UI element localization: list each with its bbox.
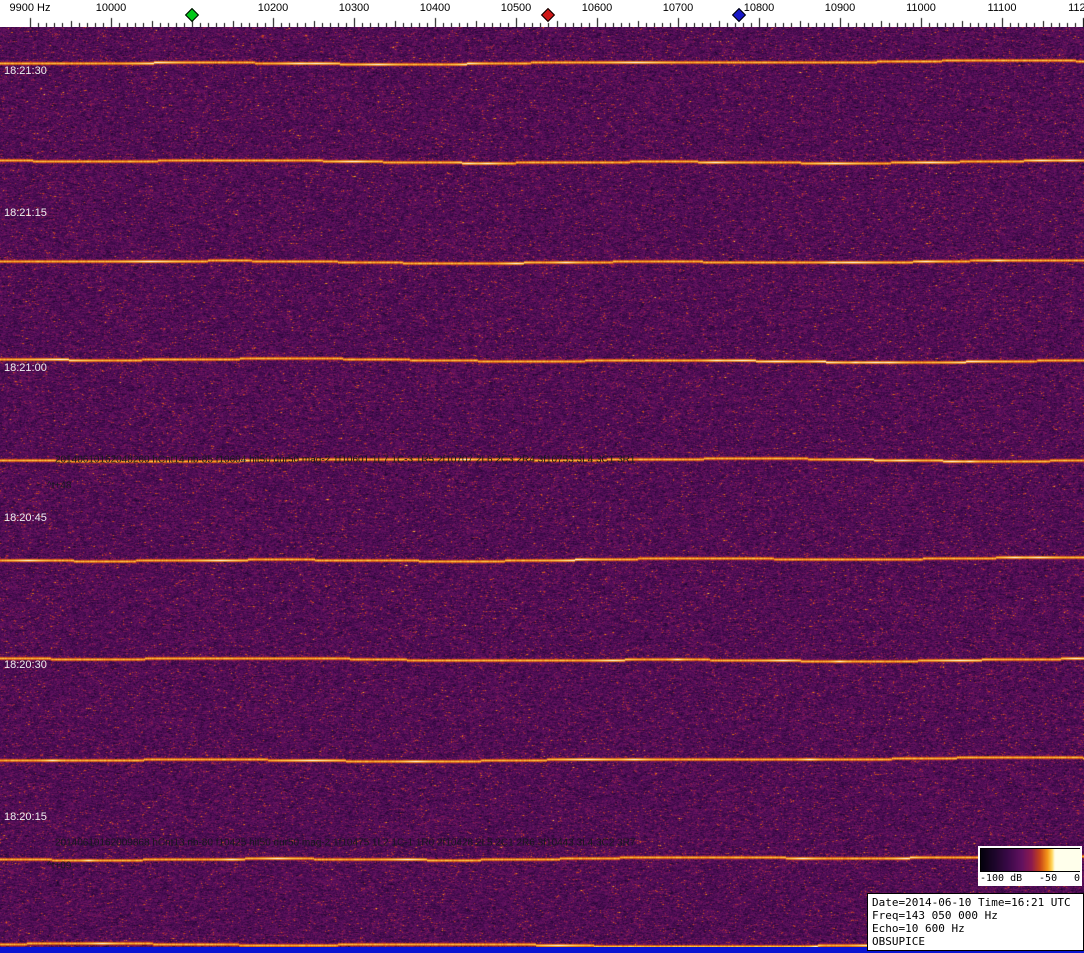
legend-label-min: -100 dB bbox=[980, 873, 1023, 884]
legend-label-max: 0 bbox=[1073, 873, 1080, 884]
info-station-line: OBSUPICE bbox=[872, 935, 925, 948]
ruler-frequency-label: 10000 bbox=[95, 2, 127, 14]
info-echo-line: Echo=10 600 Hz bbox=[872, 922, 965, 935]
time-axis-label: 18:21:15 bbox=[4, 207, 47, 219]
ruler-frequency-label: 10900 bbox=[824, 2, 856, 14]
color-scale-bar bbox=[980, 848, 1081, 872]
frequency-ruler[interactable]: 9900 Hz 10000 10200 10300 10400 10500 10600 107… bbox=[0, 0, 1084, 27]
time-axis-label: 18:21:30 bbox=[4, 65, 47, 77]
time-axis-label: 18:20:30 bbox=[4, 659, 47, 671]
time-axis-label: 18:20:45 bbox=[4, 512, 47, 524]
detection-annotation: 20140610162048260 hCnt14 nb-85 f10604 hi… bbox=[55, 454, 636, 466]
ruler-frequency-label: 10200 bbox=[257, 2, 289, 14]
ruler-frequency-label: 10700 bbox=[662, 2, 694, 14]
waterfall-spectrogram[interactable] bbox=[0, 27, 1084, 947]
ruler-frequency-label: 9900 Hz bbox=[9, 2, 51, 14]
legend-label-mid: -50 bbox=[1039, 873, 1058, 884]
info-freq-line: Freq=143 050 000 Hz bbox=[872, 909, 998, 922]
info-panel: Date=2014-06-10 Time=16:21 UTC Freq=143 … bbox=[867, 893, 1084, 951]
ruler-frequency-label: 10500 bbox=[500, 2, 532, 14]
color-scale-gradient bbox=[981, 849, 1081, 871]
detection-annotation: 20140610162009868 hCnt13 nb-80 f10425 hi… bbox=[55, 837, 636, 849]
ruler-frequency-label: 11000 bbox=[906, 2, 936, 14]
detection-annotation: ^t+48 bbox=[47, 480, 72, 492]
spectrum-waterfall-app: 9900 Hz 10000 10200 10300 10400 10500 10600 107… bbox=[0, 0, 1084, 953]
color-scale-legend: -100 dB -50 0 bbox=[978, 846, 1082, 886]
ruler-frequency-label: 11100 bbox=[987, 2, 1017, 14]
ruler-frequency-label: 11200 bbox=[1068, 2, 1084, 14]
ruler-frequency-label: 10400 bbox=[419, 2, 451, 14]
ruler-frequency-label: 10300 bbox=[338, 2, 370, 14]
time-axis-label: 18:21:00 bbox=[4, 362, 47, 374]
info-date-line: Date=2014-06-10 Time=16:21 UTC bbox=[872, 896, 1071, 909]
detection-annotation: ^t+09 bbox=[47, 860, 72, 872]
time-axis-label: 18:20:15 bbox=[4, 811, 47, 823]
ruler-frequency-label: 10800 bbox=[743, 2, 775, 14]
ruler-frequency-label: 10600 bbox=[581, 2, 613, 14]
